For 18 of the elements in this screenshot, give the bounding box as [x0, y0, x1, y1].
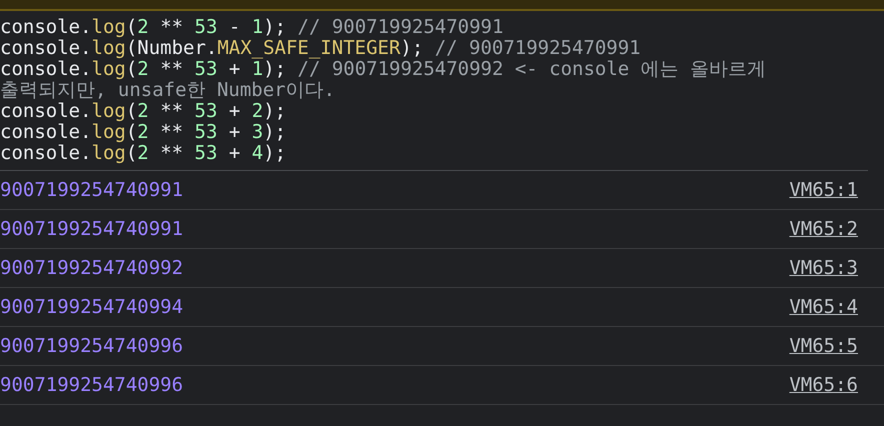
output-value: 9007199254740992: [0, 257, 184, 279]
code-line: console.log(2 ** 53 + 4);: [0, 143, 288, 164]
output-value: 9007199254740994: [0, 296, 184, 318]
code-line: console.log(2 ** 53 - 1); // 900719925470991: [0, 17, 504, 38]
source-link[interactable]: VM65:3: [789, 257, 858, 279]
code-line: console.log(2 ** 53 + 3);: [0, 122, 288, 143]
output-value: 9007199254740996: [0, 374, 184, 396]
source-link[interactable]: VM65:4: [789, 296, 858, 318]
output-value: 9007199254740991: [0, 179, 184, 201]
source-link[interactable]: VM65:5: [789, 335, 858, 357]
code-line: console.log(Number.MAX_SAFE_INTEGER); // 900719925470991: [0, 38, 642, 59]
output-value: 9007199254740996: [0, 335, 184, 357]
output-value: 9007199254740991: [0, 218, 184, 240]
source-link[interactable]: VM65:6: [789, 374, 858, 396]
code-line: console.log(2 ** 53 + 1); // 900719925470992 <- console 에는 올바르게 출력되지만, unsafe한 Number이다.: [0, 59, 768, 101]
code-line: console.log(2 ** 53 + 2);: [0, 101, 288, 122]
source-link[interactable]: VM65:1: [789, 179, 858, 201]
source-link[interactable]: VM65:2: [789, 218, 858, 240]
